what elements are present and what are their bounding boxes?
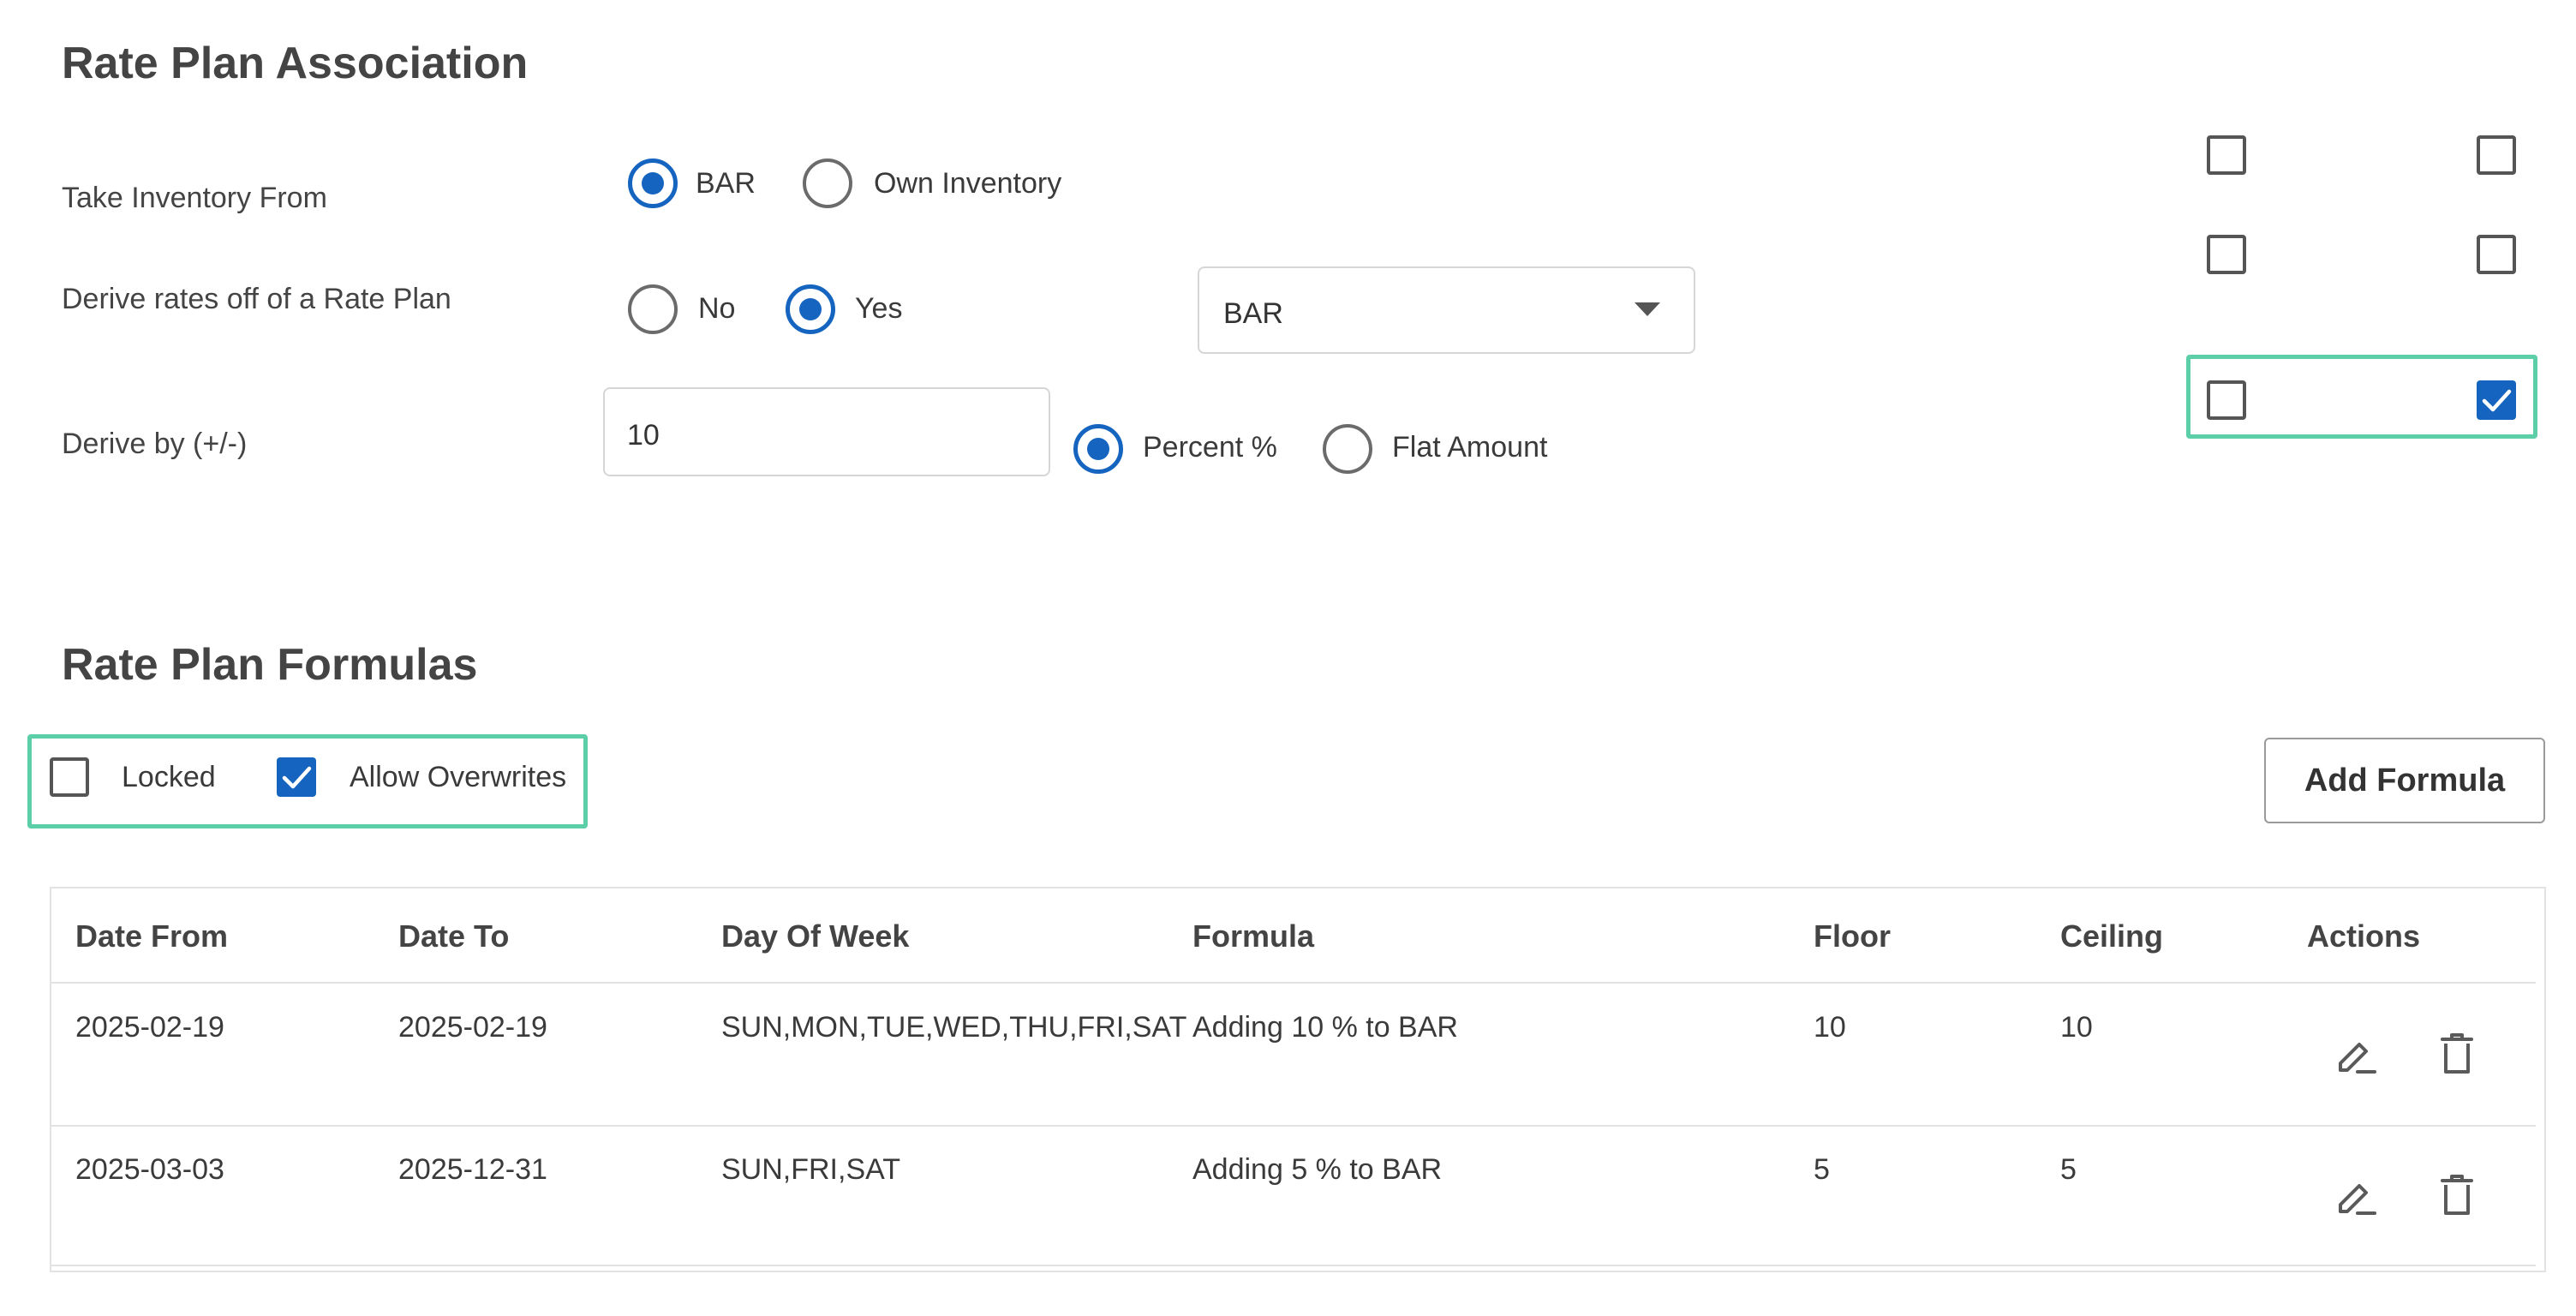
col-formula: Formula <box>1192 918 1315 954</box>
rate-plan-select-value: BAR <box>1223 297 1283 330</box>
association-title: Rate Plan Association <box>62 39 529 88</box>
col-ceiling: Ceiling <box>2060 918 2164 954</box>
radio-inventory-own[interactable] <box>803 159 852 208</box>
add-formula-button[interactable]: Add Formula <box>2264 738 2545 823</box>
radio-inventory-bar-label: BAR <box>696 167 756 200</box>
radio-derive-no-label: No <box>698 292 736 325</box>
side-checkbox-2-left[interactable] <box>2207 235 2246 274</box>
caret-down-icon <box>1635 302 1660 316</box>
radio-inventory-own-label: Own Inventory <box>874 167 1062 200</box>
row1-date-from: 2025-02-19 <box>75 1011 224 1044</box>
side-checkbox-1-left[interactable] <box>2207 135 2246 175</box>
radio-derive-yes-label: Yes <box>855 292 903 325</box>
derive-rates-label: Derive rates off of a Rate Plan <box>62 283 451 315</box>
derive-by-input[interactable]: 10 <box>603 387 1050 476</box>
col-date-to: Date To <box>398 918 510 954</box>
trash-icon[interactable] <box>2440 1032 2474 1075</box>
radio-derive-flat-label: Flat Amount <box>1392 431 1548 464</box>
row2-date-to: 2025-12-31 <box>398 1153 547 1186</box>
formulas-title: Rate Plan Formulas <box>62 640 478 690</box>
rate-plan-select[interactable]: BAR <box>1198 266 1695 354</box>
trash-icon[interactable] <box>2440 1174 2474 1217</box>
row2-ceiling: 5 <box>2060 1153 2077 1186</box>
col-actions: Actions <box>2307 918 2421 954</box>
side-checkbox-3-left[interactable] <box>2207 380 2246 420</box>
side-checkbox-1-right[interactable] <box>2477 135 2516 175</box>
radio-inventory-bar[interactable] <box>628 159 678 208</box>
row2-date-from: 2025-03-03 <box>75 1153 224 1186</box>
take-inventory-label: Take Inventory From <box>62 182 327 214</box>
locked-checkbox[interactable] <box>50 757 89 797</box>
radio-derive-percent-label: Percent % <box>1143 431 1277 464</box>
checkmark-icon <box>2482 389 2512 412</box>
allow-overwrites-label: Allow Overwrites <box>350 761 567 793</box>
row2-days: SUN,FRI,SAT <box>721 1153 901 1186</box>
side-checkbox-2-right[interactable] <box>2477 235 2516 274</box>
derive-by-label: Derive by (+/-) <box>62 428 248 460</box>
derive-by-input-value: 10 <box>627 419 660 452</box>
checkmark-icon <box>282 766 312 789</box>
row1-days: SUN,MON,TUE,WED,THU,FRI,SAT <box>721 1011 1187 1044</box>
pencil-edit-icon[interactable] <box>2335 1034 2378 1077</box>
radio-derive-flat[interactable] <box>1323 424 1372 474</box>
row1-ceiling: 10 <box>2060 1011 2093 1044</box>
page: Rate Plan Association Take Inventory Fro… <box>0 0 2576 1316</box>
col-day-of-week: Day Of Week <box>721 918 910 954</box>
row2-formula: Adding 5 % to BAR <box>1192 1153 1443 1186</box>
table-divider <box>51 1125 2536 1127</box>
row1-formula: Adding 10 % to BAR <box>1192 1011 1458 1044</box>
table-divider <box>51 1265 2536 1266</box>
row1-date-to: 2025-02-19 <box>398 1011 547 1044</box>
row2-floor: 5 <box>1814 1153 1830 1186</box>
col-date-from: Date From <box>75 918 229 954</box>
table-divider <box>51 982 2536 984</box>
allow-overwrites-checkbox[interactable] <box>277 757 316 797</box>
radio-derive-percent[interactable] <box>1073 424 1123 474</box>
locked-label: Locked <box>122 761 216 793</box>
radio-derive-yes[interactable] <box>786 284 835 334</box>
side-checkbox-3-right[interactable] <box>2477 380 2516 420</box>
col-floor: Floor <box>1814 918 1891 954</box>
row1-floor: 10 <box>1814 1011 1846 1044</box>
pencil-edit-icon[interactable] <box>2335 1175 2378 1218</box>
radio-derive-no[interactable] <box>628 284 678 334</box>
